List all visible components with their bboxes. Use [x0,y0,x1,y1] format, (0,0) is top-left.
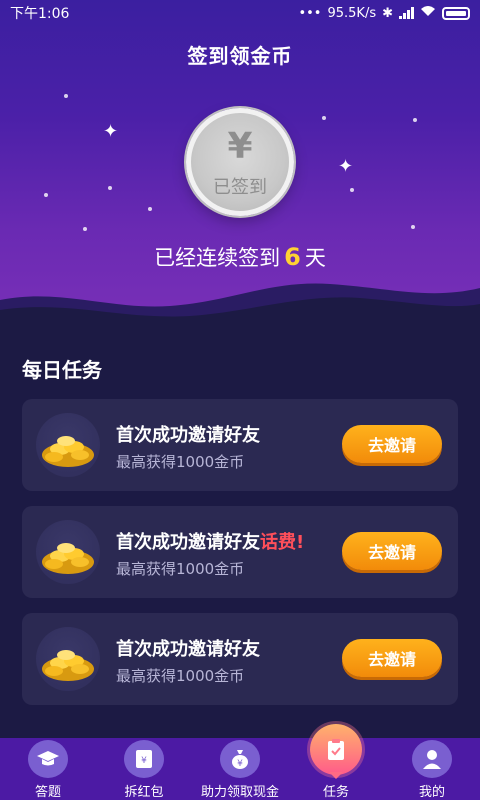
nav-label: 我的 [418,785,445,800]
star-dot [148,207,152,211]
bottom-nav: 答题 ¥ 拆红包 ¥ 助力领取现金 任务 我的 [0,724,480,800]
nav-label: 任务 [322,785,349,800]
nav-label: 答题 [34,785,61,800]
star-icon: ✦ [338,156,354,177]
nav-item-cash-assist[interactable]: ¥ 助力领取现金 [192,738,288,800]
signal-icon [399,7,414,19]
task-title: 首次成功邀请好友 [116,425,260,446]
page-title: 签到领金币 [187,44,293,68]
task-title: 首次成功邀请好友话费! [116,532,305,553]
network-speed: 95.5K/s [327,5,377,21]
user-icon [412,740,452,778]
task-card: 首次成功邀请好友话费! 最高获得1000金币 去邀请 [22,506,458,598]
bluetooth-icon: ✱ [382,5,393,21]
nav-label: 拆红包 [124,785,164,800]
star-dot [108,186,112,190]
invite-button[interactable]: 去邀请 [342,532,442,570]
task-title: 首次成功邀请好友 [116,639,260,660]
nav-label: 助力领取现金 [200,785,279,800]
nav-item-mine[interactable]: 我的 [384,738,480,800]
invite-button[interactable]: 去邀请 [342,639,442,677]
invite-button[interactable]: 去邀请 [342,425,442,463]
checkin-status-label: 已签到 [213,177,267,198]
status-time: 下午1:06 [10,6,70,22]
task-clipboard-icon [310,724,362,775]
section-title-daily-tasks: 每日任务 [22,358,102,382]
yen-icon: ¥ [227,126,253,167]
star-dot [322,116,326,120]
svg-text:¥: ¥ [141,756,147,766]
task-subtitle: 最高获得1000金币 [116,560,245,578]
star-dot [44,193,48,197]
money-bag-icon: ¥ [220,740,260,778]
star-dot [411,225,415,229]
gold-coins-icon [36,413,100,477]
red-envelope-icon: ¥ [124,740,164,778]
gold-coins-icon [36,627,100,691]
task-card: 首次成功邀请好友 最高获得1000金币 去邀请 [22,399,458,491]
star-dot [350,188,354,192]
streak-text: 已经连续签到 6 天 [154,243,326,271]
checkin-coin-button[interactable]: ¥ 已签到 [186,108,294,216]
star-dot [64,94,68,98]
nav-item-tasks[interactable]: 任务 [288,724,384,800]
wifi-icon [420,5,436,21]
star-dot [413,118,417,122]
star-icon: ✦ [103,121,119,142]
graduation-cap-icon [28,740,68,778]
svg-text:¥: ¥ [237,759,243,769]
task-card: 首次成功邀请好友 最高获得1000金币 去邀请 [22,613,458,705]
task-subtitle: 最高获得1000金币 [116,667,245,685]
star-dot [83,227,87,231]
streak-days: 6 [284,243,301,271]
more-dots-icon: ••• [298,5,322,21]
nav-item-answer[interactable]: 答题 [0,738,96,800]
wave-divider [0,283,480,330]
status-bar: 下午1:06 ••• 95.5K/s ✱ [0,0,480,26]
task-subtitle: 最高获得1000金币 [116,453,245,471]
task-highlight: 话费! [260,532,305,553]
gold-coins-icon [36,520,100,584]
battery-icon [442,6,470,20]
nav-item-red-envelope[interactable]: ¥ 拆红包 [96,738,192,800]
